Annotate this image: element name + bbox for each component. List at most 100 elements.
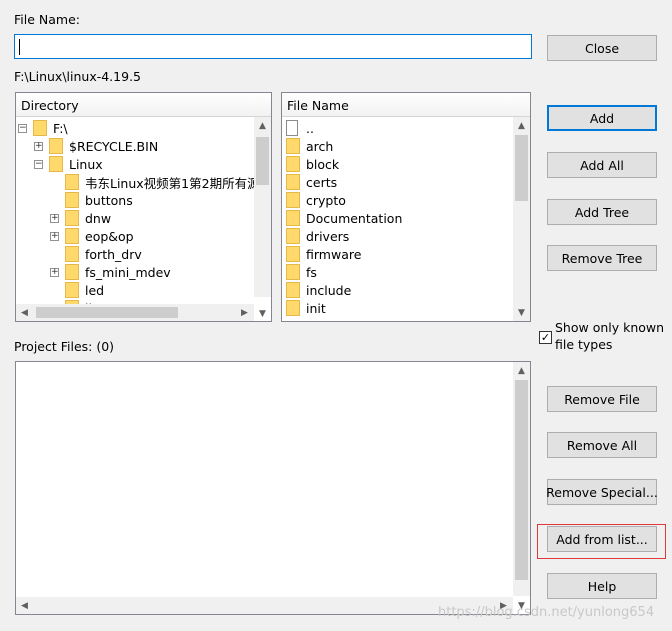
text-caret [19,39,20,55]
project-scroll-thumb[interactable] [515,380,528,580]
show-known-label-line1: Show only known [555,320,665,335]
directory-tree-item[interactable]: 韦东Linux视频第1第2期所有源码 [50,173,272,191]
show-known-label-line2: file types [555,337,613,352]
scroll-down-icon[interactable]: ▼ [513,304,530,321]
file-name-label: File Name: [14,12,80,27]
directory-item-label: eop&op [85,228,134,244]
directory-item-label: forth_drv [85,246,142,262]
directory-item-label: $RECYCLE.BIN [69,138,159,154]
file-icon [286,120,298,136]
remove-special-button[interactable]: Remove Special... [546,479,658,505]
folder-icon [65,192,79,208]
remove-tree-button[interactable]: Remove Tree [547,245,657,271]
file-item-label: firmware [306,246,362,262]
scroll-up-icon[interactable]: ▲ [513,117,530,134]
folder-icon [286,282,300,298]
file-item-label: block [306,156,340,172]
scroll-up-icon[interactable]: ▲ [254,117,271,134]
expand-icon[interactable]: + [50,231,59,241]
folder-icon [286,174,300,190]
expand-icon[interactable]: + [34,141,43,151]
file-scroll-thumb[interactable] [515,135,528,201]
remove-file-button[interactable]: Remove File [547,386,657,412]
file-list-item[interactable]: block [286,155,339,173]
file-item-label: certs [306,174,338,190]
project-files-list[interactable]: ▲ ▼ ◀ ▶ [15,361,531,615]
file-list-item[interactable]: arch [286,137,333,155]
folder-icon [286,156,300,172]
directory-tree-item[interactable]: − F:\ [18,119,68,137]
file-vertical-scrollbar[interactable]: ▲ ▼ [513,117,530,321]
collapse-icon[interactable]: − [18,123,27,133]
scroll-up-icon[interactable]: ▲ [513,362,530,379]
folder-icon [49,156,63,172]
add-from-list-button[interactable]: Add from list... [547,526,657,552]
file-list-panel[interactable]: File Name .. arch block certs crypto Document… [281,92,531,322]
show-known-checkbox[interactable]: ✓ [539,331,552,344]
directory-scroll-thumb[interactable] [256,137,269,185]
directory-tree-item[interactable]: − Linux [34,155,103,173]
project-files-label: Project Files: (0) [14,339,115,354]
add-all-button[interactable]: Add All [547,152,657,178]
directory-item-label: led [85,282,105,298]
scroll-right-icon[interactable]: ▶ [236,304,253,321]
file-item-label: drivers [306,228,350,244]
file-item-label: crypto [306,192,346,208]
file-list-item[interactable]: Documentation [286,209,402,227]
file-list-item[interactable]: crypto [286,191,346,209]
file-list-item[interactable]: include [286,281,351,299]
directory-hscroll-thumb[interactable] [36,307,178,318]
file-list-item[interactable]: drivers [286,227,349,245]
file-list-item[interactable]: fs [286,263,317,281]
collapse-icon[interactable]: − [34,159,43,169]
file-item-label: Documentation [306,210,403,226]
watermark: https://blog.csdn.net/yunlong654 [438,605,655,620]
directory-tree-item[interactable]: + $RECYCLE.BIN [34,137,158,155]
project-vertical-scrollbar[interactable]: ▲ ▼ [513,362,530,611]
directory-column-header[interactable]: Directory [16,93,271,117]
add-button[interactable]: Add [547,105,657,131]
file-item-label: arch [306,138,334,154]
folder-icon [286,192,300,208]
folder-icon [286,138,300,154]
directory-tree-item[interactable]: + dnw [50,209,111,227]
directory-tree-item[interactable]: + fs_mini_mdev [50,263,171,281]
expand-icon[interactable]: + [50,213,59,223]
directory-tree-item[interactable]: buttons [50,191,133,209]
folder-icon [286,300,300,316]
folder-icon [65,174,79,190]
directory-tree-item[interactable]: forth_drv [50,245,142,263]
folder-icon [65,228,79,244]
directory-horizontal-scrollbar[interactable]: ◀ ▶ [16,304,254,321]
directory-vertical-scrollbar[interactable]: ▲ ▼ [254,117,271,319]
file-name-column-header[interactable]: File Name [282,93,530,117]
remove-all-button[interactable]: Remove All [547,432,657,458]
directory-item-label: fs_mini_mdev [85,264,171,280]
folder-icon [65,246,79,262]
close-button[interactable]: Close [547,35,657,61]
folder-icon [286,228,300,244]
file-item-label: fs [306,264,317,280]
directory-tree-item[interactable]: + eop&op [50,227,134,245]
folder-icon [286,264,300,280]
file-list-item[interactable]: certs [286,173,337,191]
directory-item-label: 韦东Linux视频第1第2期所有源码 [85,175,272,191]
file-list-item[interactable]: init [286,299,326,317]
current-path: F:\Linux\linux-4.19.5 [14,69,141,84]
file-name-input[interactable] [14,34,532,59]
folder-icon [65,210,79,226]
scroll-left-icon[interactable]: ◀ [16,304,33,321]
help-button[interactable]: Help [547,573,657,599]
expand-icon[interactable]: + [50,267,59,277]
file-list-item[interactable]: .. [286,119,314,137]
file-item-label: .. [306,120,314,136]
folder-icon [33,120,47,136]
scroll-left-icon[interactable]: ◀ [16,597,33,614]
scroll-down-icon[interactable]: ▼ [254,305,271,321]
file-list-item[interactable]: firmware [286,245,361,263]
directory-item-label: F:\ [53,120,68,136]
directory-tree-item[interactable]: led [50,281,104,299]
add-tree-button[interactable]: Add Tree [547,199,657,225]
directory-panel[interactable]: Directory − F:\ + $RECYCLE.BIN − Linux 韦东Linux… [15,92,272,322]
directory-item-label: dnw [85,210,112,226]
